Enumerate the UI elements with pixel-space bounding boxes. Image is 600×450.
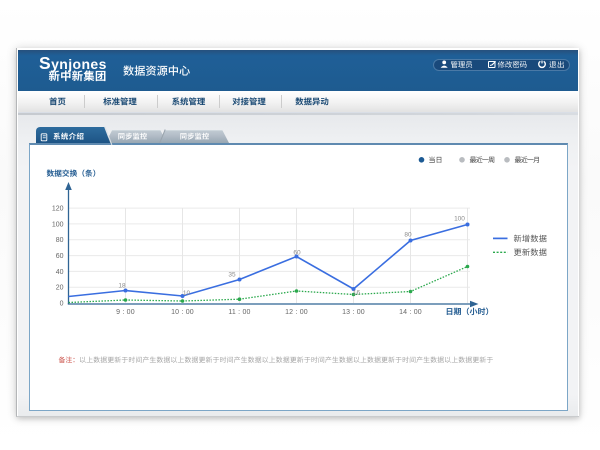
svg-text:80: 80 bbox=[56, 237, 64, 244]
svg-text:120: 120 bbox=[52, 206, 64, 213]
svg-text:9 : 00: 9 : 00 bbox=[116, 309, 135, 316]
svg-text:0: 0 bbox=[60, 300, 64, 307]
svg-text:10: 10 bbox=[183, 290, 191, 297]
svg-text:40: 40 bbox=[56, 269, 64, 276]
svg-text:16: 16 bbox=[353, 290, 361, 297]
svg-text:13 : 00: 13 : 00 bbox=[342, 309, 365, 316]
svg-text:100: 100 bbox=[454, 216, 465, 223]
svg-text:10 : 00: 10 : 00 bbox=[171, 309, 194, 316]
svg-text:12 : 00: 12 : 00 bbox=[285, 309, 308, 316]
svg-text:60: 60 bbox=[293, 250, 301, 257]
svg-text:18: 18 bbox=[118, 283, 126, 290]
svg-text:80: 80 bbox=[404, 232, 412, 239]
svg-text:14 : 00: 14 : 00 bbox=[399, 309, 422, 316]
svg-text:11 : 00: 11 : 00 bbox=[228, 309, 250, 316]
svg-text:60: 60 bbox=[56, 253, 64, 260]
svg-text:100: 100 bbox=[52, 221, 64, 228]
svg-text:35: 35 bbox=[228, 272, 236, 279]
svg-text:20: 20 bbox=[56, 285, 64, 292]
